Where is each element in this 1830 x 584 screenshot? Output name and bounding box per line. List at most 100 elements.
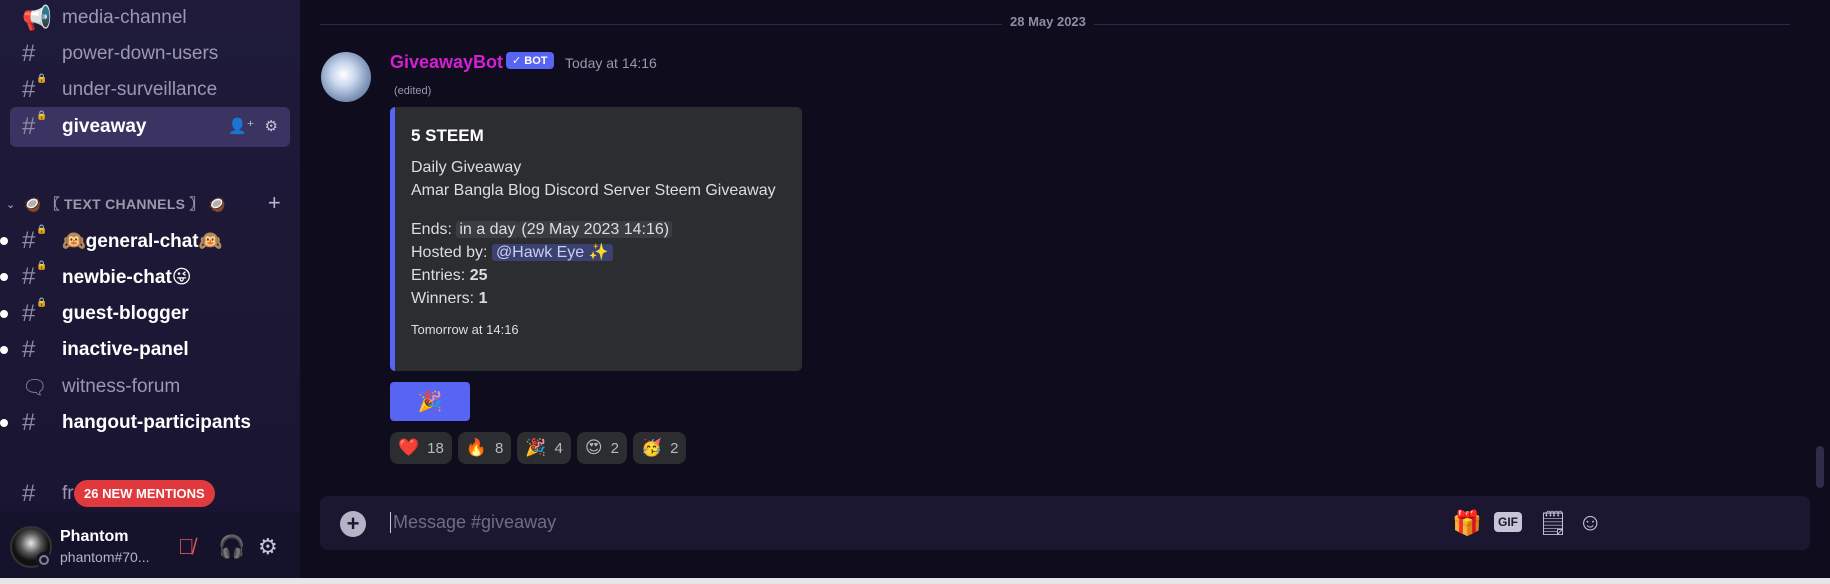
bot-badge: ✓ BOT — [506, 52, 554, 69]
chat-area: 28 May 2023 GiveawayBot ✓ BOT Today at 1… — [300, 0, 1830, 584]
unread-dot — [0, 346, 8, 354]
heart-icon: ❤️ — [398, 438, 420, 457]
embed-line: Amar Bangla Blog Discord Server Steem Gi… — [411, 182, 776, 199]
headphones-icon[interactable]: 🎧 — [218, 534, 245, 560]
status-offline-icon — [36, 552, 52, 568]
new-mentions-pill[interactable]: 26 NEW MENTIONS — [74, 480, 215, 507]
ends-absolute: (29 May 2023 14:16) — [518, 221, 673, 238]
hash-lock-icon: # 🔒 — [22, 73, 48, 103]
gift-icon[interactable]: 🎁 — [1452, 509, 1482, 538]
invite-user-icon[interactable]: 👤⁺ — [228, 117, 255, 135]
channel-inactive-panel[interactable]: # inactive-panel — [0, 330, 290, 370]
embed-line: Daily Giveaway — [411, 159, 522, 176]
fire-icon: 🔥 — [465, 438, 488, 457]
date-divider: 28 May 2023 — [1002, 14, 1094, 29]
party-popper-icon: 🎉 — [525, 438, 547, 457]
window-bottom-edge — [0, 578, 1830, 584]
enter-giveaway-button[interactable]: 🎉 — [390, 382, 470, 421]
reaction-party[interactable]: 🎉 4 — [517, 432, 571, 464]
edited-label: (edited) — [394, 85, 432, 97]
channel-witness-forum[interactable]: 🗨 witness-forum — [10, 367, 290, 407]
reaction-heart-eyes[interactable]: 😍 2 — [576, 432, 627, 464]
user-tag: phantom#70... — [60, 549, 150, 565]
sticker-icon[interactable]: 🗒 — [1538, 509, 1568, 538]
add-channel-icon[interactable]: + — [268, 190, 281, 216]
reaction-count: 4 — [554, 439, 563, 457]
hash-lock-icon: # 🔒 — [22, 224, 48, 254]
reaction-count: 2 — [670, 439, 679, 457]
scrollbar-thumb[interactable] — [1816, 446, 1824, 488]
host-mention[interactable]: @Hawk Eye ✨ — [491, 244, 613, 261]
reaction-count: 18 — [427, 439, 444, 457]
reaction-count: 2 — [610, 439, 619, 457]
reaction-fire[interactable]: 🔥 8 — [457, 432, 512, 464]
channel-guest-blogger[interactable]: # 🔒 guest-blogger — [0, 294, 290, 334]
category-emoji: 🥥 — [208, 195, 226, 212]
category-text-channels[interactable]: ⌄ 🥥 〖 TEXT CHANNELS 〗 🥥 + — [6, 190, 291, 216]
gear-icon[interactable]: ⚙ — [258, 534, 278, 560]
channel-sidebar: 📢 media-channel # power-down-users # 🔒 un… — [0, 0, 300, 584]
hash-icon: # — [22, 40, 36, 67]
chevron-down-icon: ⌄ — [6, 198, 16, 211]
entries-value: 25 — [469, 267, 488, 284]
message-author[interactable]: GiveawayBot — [390, 52, 503, 73]
scrollbar[interactable] — [1814, 0, 1824, 490]
embed-footer: Tomorrow at 14:16 — [411, 322, 519, 337]
megaphone-icon: 📢 — [22, 4, 52, 32]
channel-newbie-chat[interactable]: # 🔒 newbie-chat😜 — [0, 257, 290, 297]
embed-hosted: Hosted by: @Hawk Eye ✨ — [411, 241, 786, 264]
username: Phantom — [60, 528, 129, 545]
channel-label: newbie-chat😜 — [62, 266, 192, 288]
reaction-bar: ❤️ 18 🔥 8 🎉 4 😍 2 🥳 2 — [390, 432, 687, 464]
hosted-label: Hosted by: — [411, 244, 488, 261]
category-label: 〖 TEXT CHANNELS 〗 — [45, 196, 204, 212]
unread-dot — [0, 310, 8, 318]
partying-face-icon: 🥳 — [640, 438, 663, 457]
mute-mic-icon[interactable]: 🎙̸ — [178, 534, 195, 560]
channel-media-channel[interactable]: 📢 media-channel — [10, 0, 290, 38]
category-emoji: 🥥 — [23, 195, 42, 212]
channel-label: guest-blogger — [62, 303, 189, 324]
channel-label: hangout-participants — [62, 412, 251, 433]
giveaway-embed: 5 STEEM Daily Giveaway Amar Bangla Blog … — [390, 107, 802, 371]
channel-label: giveaway — [62, 116, 147, 137]
channel-hangout-participants[interactable]: # hangout-participants — [0, 403, 290, 443]
reaction-heart[interactable]: ❤️ 18 — [390, 432, 452, 464]
gif-button[interactable]: GIF — [1494, 512, 1522, 532]
channel-general-chat[interactable]: # 🔒 🙉general-chat🙉 — [0, 221, 290, 261]
add-attachment-icon[interactable]: + — [340, 511, 366, 537]
ends-relative: in a day — [456, 221, 519, 238]
channel-giveaway[interactable]: # 🔒 giveaway 👤⁺ ⚙ — [10, 107, 290, 147]
hash-icon: # — [22, 409, 36, 436]
message-timestamp: Today at 14:16 — [565, 55, 657, 71]
channel-under-surveillance[interactable]: # 🔒 under-surveillance — [10, 70, 290, 110]
emoji-icon[interactable]: ☺ — [1578, 509, 1603, 537]
unread-dot — [0, 273, 8, 281]
unread-dot — [0, 419, 8, 427]
channel-label: 🙉general-chat🙉 — [62, 231, 223, 252]
hash-lock-icon: # 🔒 — [22, 260, 48, 290]
unread-dot — [0, 237, 8, 245]
embed-winners: Winners: 1 — [411, 287, 786, 310]
avatar[interactable] — [321, 52, 371, 102]
message-composer: + Message #giveaway 🎁 GIF 🗒 ☺ — [320, 496, 1810, 550]
message-input[interactable]: Message #giveaway — [390, 512, 556, 533]
party-popper-icon: 🎉 — [417, 391, 443, 413]
winners-value: 1 — [478, 290, 488, 307]
channel-power-down-users[interactable]: # power-down-users — [10, 34, 290, 74]
entries-label: Entries: — [411, 267, 466, 284]
heart-eyes-icon: 😍 — [584, 438, 603, 457]
reaction-partying-face[interactable]: 🥳 2 — [632, 432, 687, 464]
embed-entries: Entries: 25 — [411, 264, 786, 287]
embed-ends: Ends: in a day (29 May 2023 14:16) — [411, 218, 786, 241]
reaction-count: 8 — [495, 439, 504, 457]
channel-label: media-channel — [62, 7, 187, 28]
forum-icon: 🗨 — [22, 376, 48, 399]
gear-icon[interactable]: ⚙ — [265, 117, 278, 135]
hash-icon: # — [22, 336, 36, 363]
hash-lock-icon: # 🔒 — [22, 110, 48, 140]
channel-label: under-surveillance — [62, 79, 218, 100]
hash-lock-icon: # 🔒 — [22, 297, 48, 327]
channel-label: inactive-panel — [62, 339, 189, 360]
winners-label: Winners: — [411, 290, 475, 307]
